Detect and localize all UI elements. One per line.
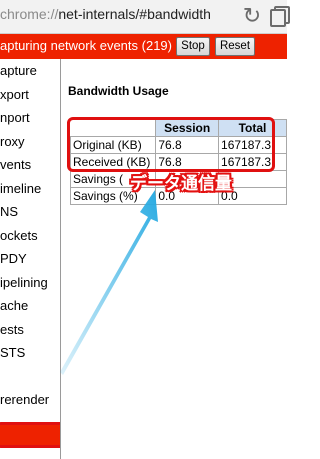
url-scheme: chrome://: [0, 6, 59, 22]
stop-button[interactable]: Stop: [176, 37, 210, 56]
url-path: net-internals/#bandwidth: [58, 6, 211, 22]
sidebar-nav: apture xport nport roxy vents imeline NS…: [0, 59, 61, 459]
capture-status-bar: apturing network events (219) Stop Reset: [0, 34, 287, 59]
sidebar-item-tests[interactable]: ests: [0, 322, 24, 337]
data-usage-callout-label: データ通信量: [130, 174, 232, 193]
page-title: Bandwidth Usage: [68, 84, 169, 98]
sidebar-item-spdy[interactable]: PDY: [0, 251, 27, 266]
sidebar-item-pipelining[interactable]: ipelining: [0, 275, 48, 290]
sidebar-item-import[interactable]: nport: [0, 110, 30, 125]
sidebar-item-dns[interactable]: NS: [0, 204, 18, 219]
sidebar-item-events[interactable]: vents: [0, 157, 31, 172]
tab-switcher-icon[interactable]: [268, 6, 290, 28]
sidebar-item-hsts[interactable]: STS: [0, 345, 25, 360]
url-field[interactable]: chrome://net-internals/#bandwidth: [0, 6, 211, 22]
sidebar-item-timeline[interactable]: imeline: [0, 181, 41, 196]
reset-button[interactable]: Reset: [215, 37, 255, 56]
sidebar-item-proxy[interactable]: roxy: [0, 134, 25, 149]
sidebar-item-sockets[interactable]: ockets: [0, 228, 38, 243]
reload-icon[interactable]: ↻: [241, 3, 263, 29]
sidebar-item-export[interactable]: xport: [0, 87, 29, 102]
selected-item-highlight: [0, 422, 60, 448]
address-bar[interactable]: chrome://net-internals/#bandwidth ↻: [0, 0, 290, 34]
capture-status-text: apturing network events (219): [0, 38, 172, 53]
sidebar-item-prerender[interactable]: rerender: [0, 392, 49, 407]
sidebar-item-cache[interactable]: ache: [0, 298, 28, 313]
sidebar-item-bandwidth[interactable]: andwidth: [0, 369, 52, 384]
sidebar-item-capture[interactable]: apture: [0, 63, 37, 78]
data-usage-highlight-box: [67, 117, 275, 172]
